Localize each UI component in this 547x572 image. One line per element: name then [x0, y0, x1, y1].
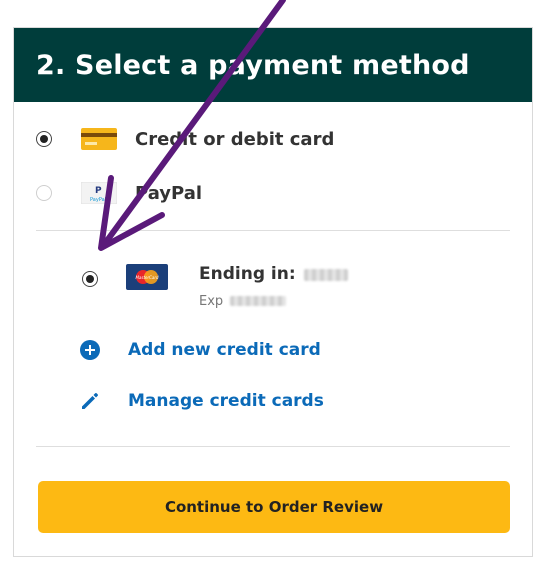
- manage-cards-label: Manage credit cards: [128, 391, 324, 411]
- add-card-label: Add new credit card: [128, 340, 321, 360]
- saved-card-radio[interactable]: [82, 271, 98, 287]
- manage-cards-link[interactable]: Manage credit cards: [80, 391, 324, 411]
- divider-top: [36, 230, 510, 231]
- payment-method-panel: 2. Select a payment method Credit or deb…: [13, 27, 533, 557]
- option-credit-card[interactable]: Credit or debit card: [36, 128, 334, 150]
- mastercard-icon: MasterCard: [126, 264, 168, 290]
- card-ending-label: Ending in:: [199, 264, 296, 284]
- continue-to-order-review-button[interactable]: Continue to Order Review: [38, 481, 510, 533]
- pencil-icon: [80, 391, 100, 411]
- paypal-label: PayPal: [135, 182, 203, 204]
- saved-card-option[interactable]: MasterCard Ending in: Exp: [82, 264, 349, 310]
- card-exp-label: Exp: [199, 294, 224, 309]
- svg-text:P: P: [95, 186, 102, 196]
- card-number-redacted: [304, 268, 349, 281]
- page-title: 2. Select a payment method: [36, 49, 470, 81]
- add-circle-icon: [80, 340, 100, 360]
- svg-text:PayPal: PayPal: [90, 197, 106, 203]
- option-paypal[interactable]: P PayPal PayPal: [36, 181, 203, 205]
- panel-header: 2. Select a payment method: [14, 28, 532, 102]
- credit-card-label: Credit or debit card: [135, 128, 335, 150]
- paypal-radio[interactable]: [36, 185, 52, 201]
- add-card-link[interactable]: Add new credit card: [80, 340, 321, 360]
- divider-bottom: [36, 446, 510, 447]
- svg-text:MasterCard: MasterCard: [135, 275, 159, 280]
- paypal-icon: P PayPal: [80, 181, 118, 205]
- credit-card-radio[interactable]: [36, 131, 52, 147]
- card-exp-redacted: [229, 295, 286, 306]
- credit-card-icon: [81, 128, 117, 150]
